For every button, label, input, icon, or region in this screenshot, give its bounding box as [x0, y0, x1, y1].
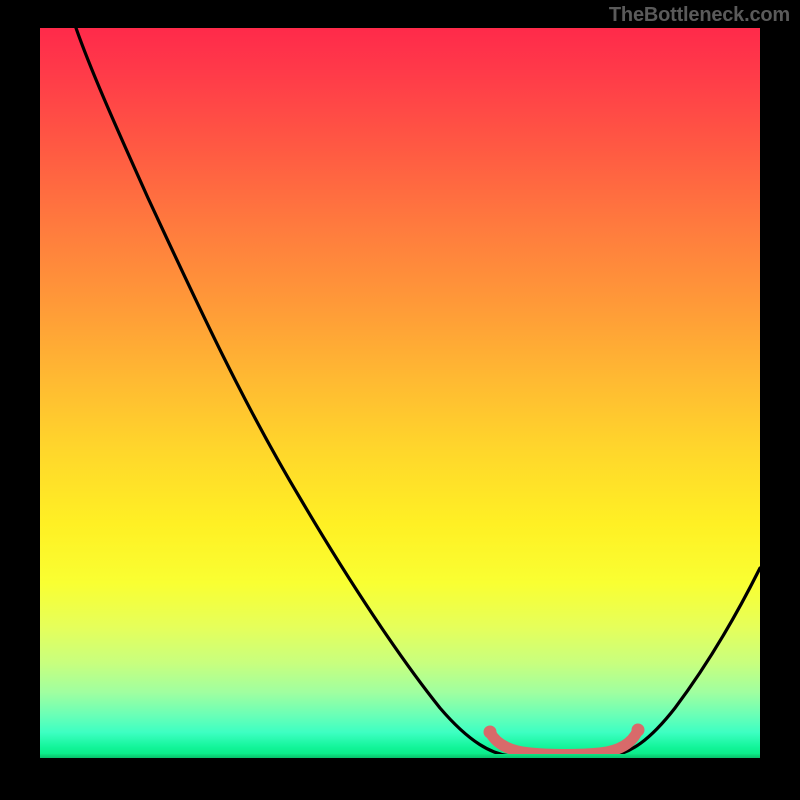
optimal-range-marker — [490, 730, 638, 755]
baseline-strip — [40, 754, 760, 758]
plot-area — [40, 28, 760, 758]
marker-end-left — [484, 726, 497, 739]
marker-end-right — [632, 724, 645, 737]
curve-layer — [40, 28, 760, 758]
bottleneck-curve — [76, 28, 760, 756]
chart-frame: TheBottleneck.com — [0, 0, 800, 800]
watermark-text: TheBottleneck.com — [609, 4, 790, 27]
